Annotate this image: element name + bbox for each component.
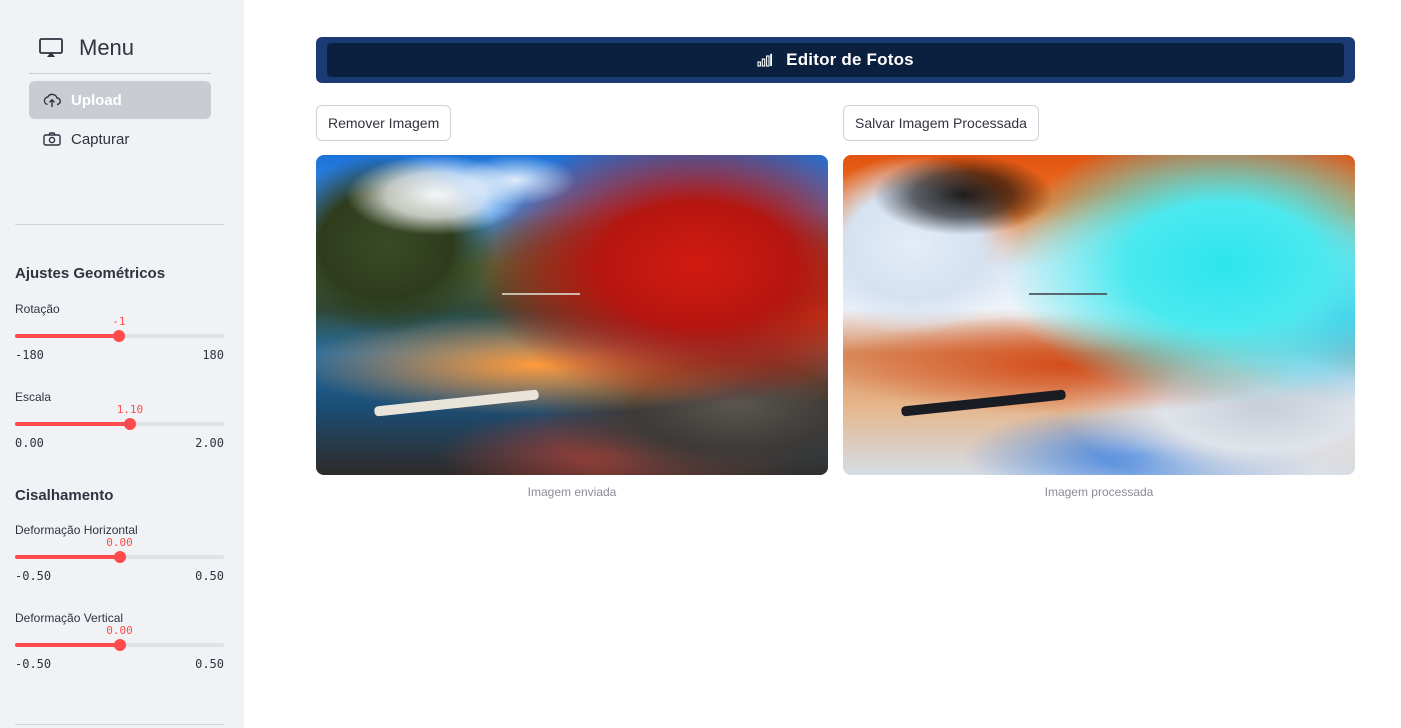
slider-max: 2.00 (195, 436, 224, 450)
slider-thumb[interactable] (123, 418, 136, 430)
option-menu: Menu Upload Capturar (29, 30, 211, 158)
log-shape (373, 389, 540, 417)
section-title-ajustes: Ajustes Geométricos (15, 265, 166, 282)
slider-track[interactable] (15, 639, 224, 651)
original-image-caption: Imagem enviada (527, 485, 617, 499)
slider-min: 0.00 (15, 436, 44, 450)
section-title-cisalhamento: Cisalhamento (15, 487, 114, 504)
menu-title: Menu (79, 35, 135, 60)
slider-value: -1 (112, 315, 126, 328)
menu-header: Menu (29, 30, 211, 66)
slider-min: -0.50 (15, 569, 52, 583)
slider-thumb[interactable] (112, 330, 125, 342)
slider-value: 0.00 (106, 624, 133, 637)
slider-rotacao[interactable]: Rotação -1 -180 180 (15, 302, 224, 382)
slider-track[interactable] (15, 551, 224, 563)
bridge-shape (502, 293, 580, 299)
slider-escala[interactable]: Escala 1.10 0.00 2.00 (15, 390, 224, 470)
menu-item-upload[interactable]: Upload (29, 81, 211, 119)
page-title: Editor de Fotos (786, 50, 914, 69)
cast-icon (39, 38, 63, 57)
slider-deformacao-vertical[interactable]: Deformação Vertical 0.00 -0.50 0.50 (15, 611, 224, 691)
slider-label: Escala (15, 390, 52, 404)
camera-icon (43, 132, 61, 146)
log-shape (900, 389, 1067, 417)
slider-deformacao-horizontal[interactable]: Deformação Horizontal 0.00 -0.50 0.50 (15, 523, 224, 603)
slider-max: 180 (202, 348, 224, 362)
title-banner-inner: Editor de Fotos (327, 43, 1344, 77)
processed-image-caption: Imagem processada (1044, 485, 1154, 499)
processed-image (843, 155, 1355, 475)
slider-fill (15, 334, 119, 338)
cloud-upload-icon (43, 93, 61, 107)
slider-min: -0.50 (15, 657, 52, 671)
slider-fill (15, 555, 120, 559)
slider-max: 0.50 (195, 657, 224, 671)
menu-item-label: Upload (71, 91, 122, 109)
slider-thumb[interactable] (113, 639, 126, 651)
slider-thumb[interactable] (113, 551, 126, 563)
slider-fill (15, 643, 120, 647)
slider-track[interactable] (15, 330, 224, 342)
slider-label: Deformação Horizontal (15, 523, 138, 537)
bar-chart-icon (757, 53, 773, 67)
slider-label: Deformação Vertical (15, 611, 124, 625)
menu-item-capturar[interactable]: Capturar (29, 120, 211, 158)
sidebar-divider (15, 224, 224, 225)
sidebar-divider (15, 724, 224, 725)
slider-fill (15, 422, 130, 426)
slider-label: Rotação (15, 302, 60, 316)
slider-min: -180 (15, 348, 44, 362)
original-image (316, 155, 828, 475)
sidebar: Menu Upload Capturar Ajustes Geométricos… (0, 0, 244, 728)
slider-max: 0.50 (195, 569, 224, 583)
title-banner: Editor de Fotos (316, 37, 1355, 83)
save-processed-image-button[interactable]: Salvar Imagem Processada (843, 105, 1039, 141)
remove-image-button[interactable]: Remover Imagem (316, 105, 452, 141)
menu-divider (29, 73, 211, 74)
slider-value: 0.00 (106, 536, 133, 549)
bridge-shape (1029, 293, 1107, 299)
menu-item-label: Capturar (71, 130, 130, 148)
slider-value: 1.10 (116, 403, 144, 416)
slider-track[interactable] (15, 418, 224, 430)
